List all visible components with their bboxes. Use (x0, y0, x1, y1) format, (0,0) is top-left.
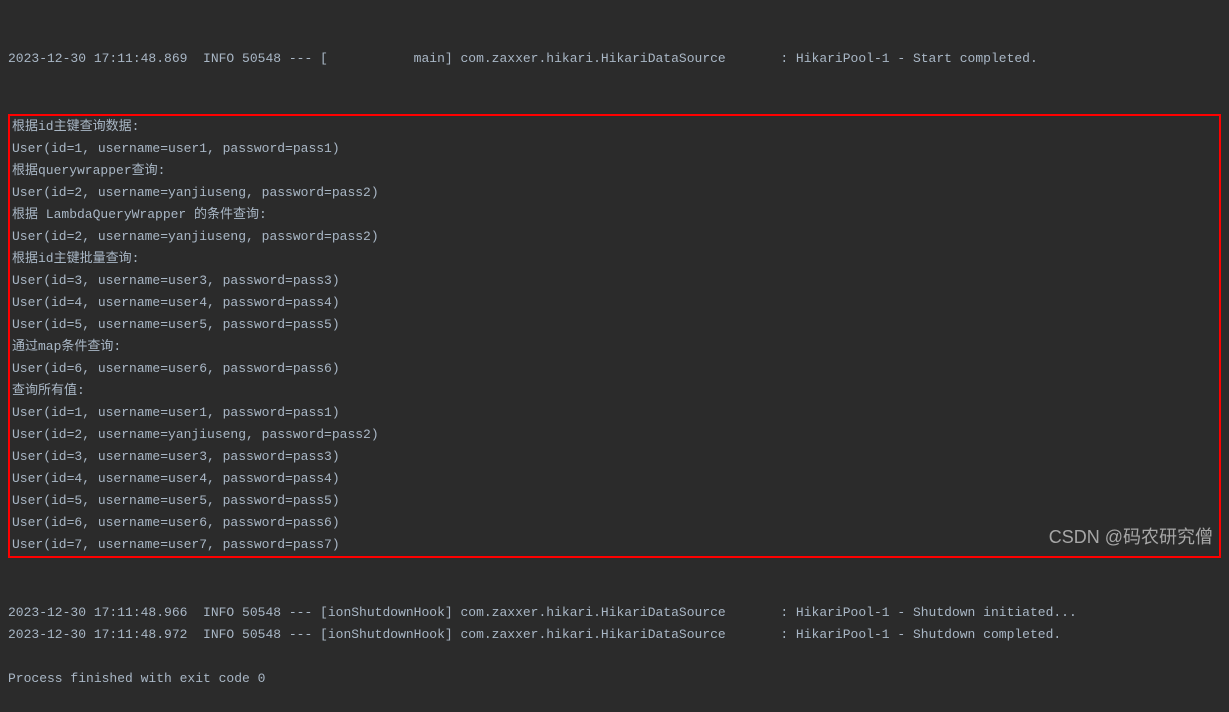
console-output[interactable]: 2023-12-30 17:11:48.869 INFO 50548 --- [… (8, 4, 1221, 712)
highlighted-line: 根据id主键查询数据: (10, 116, 1219, 138)
highlighted-line: 根据 LambdaQueryWrapper 的条件查询: (10, 204, 1219, 226)
highlighted-line: User(id=1, username=user1, password=pass… (10, 138, 1219, 160)
log-lines-before: 2023-12-30 17:11:48.869 INFO 50548 --- [… (8, 48, 1221, 70)
highlighted-line: User(id=1, username=user1, password=pass… (10, 402, 1219, 424)
log-after-line: 2023-12-30 17:11:48.966 INFO 50548 --- [… (8, 602, 1221, 624)
log-after-line (8, 646, 1221, 668)
highlighted-line: User(id=3, username=user3, password=pass… (10, 270, 1219, 292)
highlighted-line: User(id=4, username=user4, password=pass… (10, 292, 1219, 314)
highlighted-line: 根据querywrapper查询: (10, 160, 1219, 182)
highlighted-line: User(id=5, username=user5, password=pass… (10, 314, 1219, 336)
highlighted-line: User(id=3, username=user3, password=pass… (10, 446, 1219, 468)
highlighted-line: 查询所有值: (10, 380, 1219, 402)
highlighted-line: 通过map条件查询: (10, 336, 1219, 358)
log-after-line: Process finished with exit code 0 (8, 668, 1221, 690)
highlighted-line: User(id=2, username=yanjiuseng, password… (10, 226, 1219, 248)
highlighted-line: User(id=2, username=yanjiuseng, password… (10, 424, 1219, 446)
highlighted-output-box: 根据id主键查询数据:User(id=1, username=user1, pa… (8, 114, 1221, 558)
highlighted-line: User(id=2, username=yanjiuseng, password… (10, 182, 1219, 204)
log-lines-after: 2023-12-30 17:11:48.966 INFO 50548 --- [… (8, 602, 1221, 690)
highlighted-line: User(id=6, username=user6, password=pass… (10, 358, 1219, 380)
highlighted-line: User(id=5, username=user5, password=pass… (10, 490, 1219, 512)
highlighted-line: 根据id主键批量查询: (10, 248, 1219, 270)
watermark-text: CSDN @码农研究僧 (1049, 526, 1213, 548)
log-after-line: 2023-12-30 17:11:48.972 INFO 50548 --- [… (8, 624, 1221, 646)
highlighted-line: User(id=7, username=user7, password=pass… (10, 534, 1219, 556)
highlighted-line: User(id=4, username=user4, password=pass… (10, 468, 1219, 490)
highlighted-line: User(id=6, username=user6, password=pass… (10, 512, 1219, 534)
log-before-line: 2023-12-30 17:11:48.869 INFO 50548 --- [… (8, 48, 1221, 70)
